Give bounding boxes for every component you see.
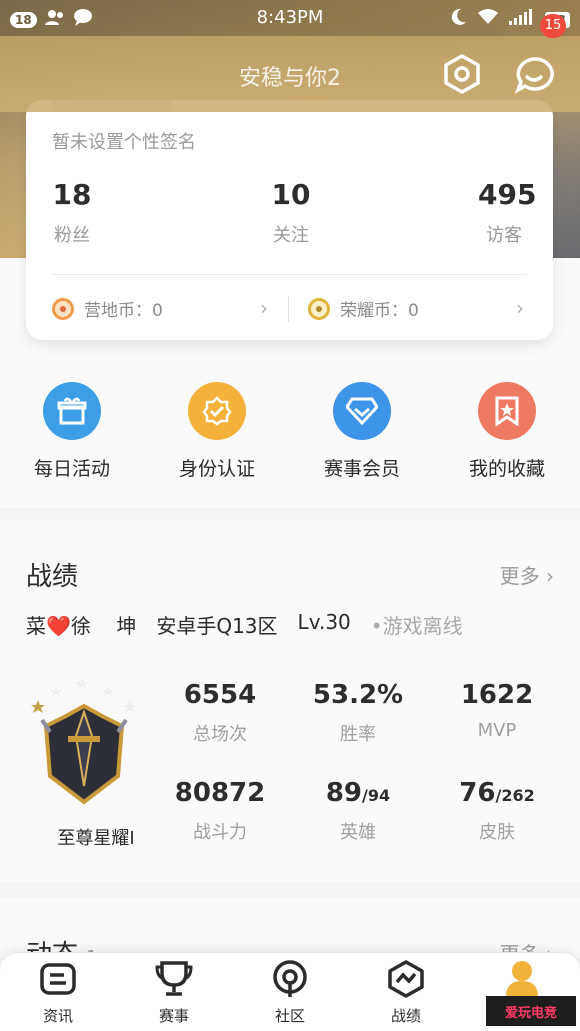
coin-divider: [288, 296, 289, 322]
tab-label: 社区: [274, 1007, 305, 1025]
stat-value-main: 89: [325, 778, 363, 808]
stat-value-total: /262: [495, 786, 535, 805]
stat-visitors-value: 495: [478, 178, 537, 211]
settings-icon[interactable]: [440, 52, 484, 96]
player-name-part: 菜: [26, 614, 46, 638]
record-title: 战绩: [26, 562, 79, 592]
stat-value-total: /94: [362, 786, 391, 805]
top-nav-bar: 安稳与你2: [0, 36, 580, 112]
chevron-right-icon: ›: [546, 564, 554, 588]
quick-action-daily[interactable]: 每日活动: [17, 382, 127, 481]
stat-value: 53.2%: [312, 680, 404, 710]
player-level: Lv.30: [297, 610, 351, 634]
moon-icon: [449, 8, 467, 31]
stat-following-label: 关注: [273, 225, 309, 246]
stats-icon: [388, 960, 424, 998]
stat-total-games: 6554 总场次: [160, 680, 280, 746]
quick-action-member[interactable]: 赛事会员: [307, 382, 417, 481]
tab-news[interactable]: 资讯: [8, 959, 108, 1026]
trophy-icon: [155, 961, 193, 996]
dynamics-section: 动态 1 更多 ›: [0, 898, 580, 970]
verified-badge-icon: [188, 382, 246, 440]
tab-community[interactable]: 社区: [240, 959, 340, 1026]
quick-action-label: 我的收藏: [468, 458, 545, 480]
heart-icon: ❤️: [46, 614, 71, 638]
stat-fans[interactable]: 18 粉丝: [52, 178, 92, 247]
record-more-link[interactable]: 更多 ›: [500, 560, 554, 589]
player-status: •游戏离线: [370, 614, 463, 638]
quick-action-favorites[interactable]: 我的收藏: [452, 382, 562, 481]
stat-label: 英雄: [340, 822, 376, 843]
stat-fans-label: 粉丝: [54, 225, 90, 246]
rank-emblem-icon[interactable]: [26, 676, 142, 808]
honor-coin[interactable]: 荣耀币：0: [308, 296, 419, 321]
stat-visitors-label: 访客: [486, 225, 522, 246]
stat-label: 总场次: [193, 724, 247, 745]
stat-mvp: 1622 MVP: [437, 680, 557, 741]
wifi-icon: [477, 8, 499, 31]
message-count-badge: 15: [540, 14, 566, 38]
player-name-part: 徐: [70, 614, 91, 638]
status-bar: 18 8:43PM 73: [0, 0, 580, 36]
quick-action-label: 身份认证: [178, 458, 255, 480]
player-info: 菜❤️徐 坤 安卓手Q13区 Lv.30 •游戏离线: [26, 610, 463, 639]
stat-fans-value: 18: [52, 178, 92, 211]
stat-value: 1622: [460, 680, 534, 710]
camp-coin-icon: [52, 297, 74, 320]
stat-value: 89/94: [298, 778, 418, 808]
stat-win-rate: 53.2% 胜率: [298, 680, 418, 746]
stat-following-value: 10: [271, 178, 311, 211]
diamond-icon: [333, 382, 391, 440]
chevron-right-icon[interactable]: ›: [516, 296, 524, 320]
stat-value: 76/262: [437, 778, 557, 808]
player-name: 菜❤️徐 坤: [26, 610, 136, 639]
tab-label: 赛事: [158, 1007, 189, 1025]
stat-heroes[interactable]: 89/94 英雄: [298, 778, 418, 844]
stat-skins[interactable]: 76/262 皮肤: [437, 778, 557, 844]
signal-icon: [509, 9, 535, 30]
tab-record[interactable]: 战绩: [356, 959, 456, 1026]
stat-following[interactable]: 10 关注: [264, 178, 318, 247]
camp-coin[interactable]: 营地币：0: [52, 296, 163, 321]
quick-action-verify[interactable]: 身份认证: [162, 382, 272, 481]
stat-label: MVP: [477, 720, 517, 741]
player-name-part: 坤: [116, 614, 137, 638]
community-icon: [273, 960, 307, 997]
honor-coin-label: 荣耀币：0: [340, 301, 419, 321]
quick-action-label: 赛事会员: [323, 458, 400, 480]
profile-card: 暂未设置个性签名 18 粉丝 10 关注 495 访客 营地币：0 › 荣耀币：…: [26, 100, 553, 340]
watermark-text: 爱玩电竞: [504, 1005, 557, 1021]
gift-icon: [43, 382, 101, 440]
stat-value: 6554: [183, 680, 257, 710]
stat-visitors[interactable]: 495 访客: [478, 178, 537, 247]
stat-label: 皮肤: [479, 822, 515, 843]
news-icon: [40, 963, 76, 995]
profile-signature[interactable]: 暂未设置个性签名: [52, 128, 196, 154]
stat-value-main: 76: [459, 778, 496, 808]
camp-coin-label: 营地币：0: [84, 301, 163, 321]
bookmark-star-icon: [478, 382, 536, 440]
tab-label: 资讯: [42, 1007, 73, 1025]
stat-power: 80872 战斗力: [160, 778, 280, 844]
nav-title: 安稳与你2: [239, 66, 341, 91]
watermark-logo: 爱玩电竞: [486, 996, 576, 1026]
card-divider: [52, 274, 527, 275]
honor-coin-icon: [308, 297, 330, 320]
player-server: 安卓手Q13区: [156, 614, 278, 638]
message-icon[interactable]: [512, 54, 556, 98]
chevron-right-icon[interactable]: ›: [260, 296, 268, 320]
stat-label: 战斗力: [193, 822, 247, 843]
stat-value: 80872: [174, 778, 266, 808]
stat-label: 胜率: [340, 724, 376, 745]
quick-action-label: 每日活动: [33, 458, 110, 480]
tab-matches[interactable]: 赛事: [124, 959, 224, 1026]
tab-label: 战绩: [390, 1007, 421, 1025]
rank-name: 至尊星耀Ⅰ: [57, 828, 135, 849]
record-more-label: 更多: [499, 564, 540, 588]
profile-icon: [506, 961, 538, 997]
